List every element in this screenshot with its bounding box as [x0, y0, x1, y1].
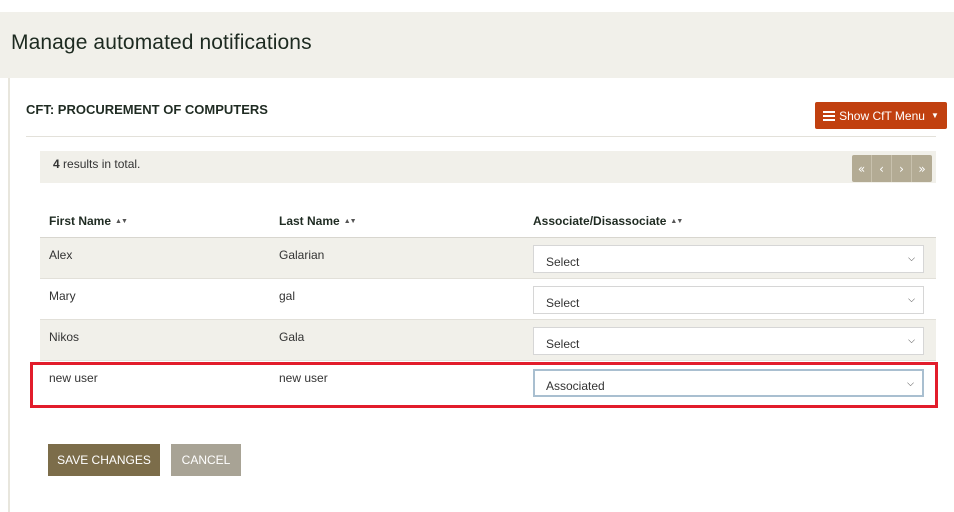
column-header-last-name[interactable]: Last Name ▲▼	[279, 214, 357, 228]
column-header-associate[interactable]: Associate/Disassociate ▲▼	[533, 214, 683, 228]
results-count-text: 4 results in total.	[53, 157, 140, 171]
last-name-cell: gal	[279, 289, 296, 303]
table-row: Nikos Gala Select ⌵	[40, 320, 936, 361]
table-row: new user new user Associated ⌵	[40, 361, 936, 402]
pagination: « ‹ › »	[852, 155, 932, 182]
cancel-button[interactable]: CANCEL	[171, 444, 241, 476]
associate-select[interactable]: Select ⌵	[533, 245, 924, 273]
select-value: Select	[546, 255, 580, 269]
divider	[26, 136, 936, 137]
select-value: Select	[546, 296, 580, 310]
next-page-button[interactable]: ›	[892, 155, 912, 182]
associate-select[interactable]: Select ⌵	[533, 327, 924, 355]
select-value: Select	[546, 337, 580, 351]
caret-down-icon: ▼	[930, 111, 939, 120]
prev-page-button[interactable]: ‹	[872, 155, 892, 182]
cft-title: CFT: PROCUREMENT OF COMPUTERS	[26, 102, 268, 117]
first-name-cell: Alex	[49, 248, 73, 262]
associate-select[interactable]: Associated ⌵	[533, 369, 924, 397]
select-value: Associated	[546, 379, 605, 393]
associate-select[interactable]: Select ⌵	[533, 286, 924, 314]
table-row: Alex Galarian Select ⌵	[40, 238, 936, 279]
table-header-row: First Name ▲▼ Last Name ▲▼ Associate/Disas…	[40, 202, 936, 238]
sort-icon: ▲▼	[343, 218, 357, 226]
first-name-cell: Nikos	[49, 330, 80, 344]
table-row: Mary gal Select ⌵	[40, 279, 936, 320]
chevron-down-icon: ⌵	[908, 336, 915, 346]
sort-icon: ▲▼	[115, 218, 128, 226]
save-changes-button[interactable]: SAVE CHANGES	[48, 444, 160, 476]
show-cft-menu-button[interactable]: Show CfT Menu ▼	[815, 102, 947, 129]
first-page-button[interactable]: «	[852, 155, 872, 182]
list-icon	[823, 110, 836, 121]
results-bar: 4 results in total.	[40, 151, 936, 183]
results-count: 4	[53, 157, 60, 171]
chevron-down-icon: ⌵	[908, 295, 915, 305]
first-name-cell: Mary	[49, 289, 76, 303]
associate-header-label: Associate/Disassociate	[533, 214, 667, 228]
last-name-cell: Gala	[279, 330, 305, 344]
chevron-down-icon: ⌵	[908, 254, 915, 264]
first-name-header-label: First Name	[49, 214, 112, 228]
results-suffix: results in total.	[59, 157, 141, 171]
column-header-first-name[interactable]: First Name ▲▼	[49, 214, 128, 228]
last-name-cell: new user	[279, 371, 328, 385]
users-table: First Name ▲▼ Last Name ▲▼ Associate/Disas…	[40, 202, 936, 402]
sort-icon: ▲▼	[670, 218, 683, 226]
last-name-cell: Galarian	[279, 248, 325, 262]
page-title: Manage automated notifications	[11, 31, 312, 54]
last-name-header-label: Last Name	[279, 214, 340, 228]
chevron-down-icon: ⌵	[907, 379, 914, 389]
page-header: Manage automated notifications	[0, 12, 954, 78]
first-name-cell: new user	[49, 371, 98, 385]
show-cft-menu-label: Show CfT Menu	[839, 108, 925, 123]
last-page-button[interactable]: »	[912, 155, 932, 182]
